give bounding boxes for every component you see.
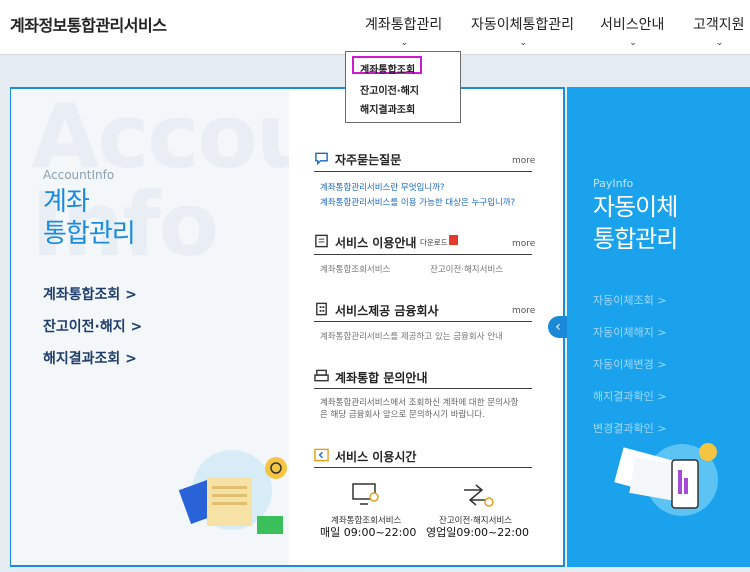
payinfo-title-line1: 자동이체 [593,193,678,221]
header: 계좌정보통합관리서비스 계좌통합관리 ⌄ 자동이체통합관리 ⌄ 서비스안내 ⌄ … [0,0,750,55]
chevron-down-icon: ⌄ [629,38,637,48]
nav-autopay-management[interactable]: 자동이체통합관리 ⌄ [471,14,575,48]
bank-illustration-icon [178,450,287,534]
nav-account-management[interactable]: 계좌통합관리 ⌄ [365,14,443,48]
faq-title: 자주묻는질문 [335,153,402,167]
nav-customer-support[interactable]: 고객지원 ⌄ [693,14,745,48]
link-account-lookup[interactable]: 계좌통합조회 > [43,284,137,304]
inquiry-description-line1: 계좌통합관리서비스에서 조회하신 계좌에 대한 문의사항 [320,398,519,408]
dropdown-item-cancel-result[interactable]: 해지결과조회 [360,101,415,116]
nav-dropdown-menu: 계좌통합조회 잔고이전·해지 해지결과조회 [345,51,461,123]
hours-service1-time: 매일 09:00~22:00 [320,526,417,539]
guide-item-transfer-cancel[interactable]: 잔고이전·해지서비스 [430,263,503,275]
divider [314,254,532,255]
mobile-payment-illustration-icon [614,443,718,516]
guide-item-account-lookup[interactable]: 계좌통합조회서비스 [320,263,390,275]
site-logo[interactable]: 계좌정보통합관리서비스 [10,12,167,36]
nav-label: 자동이체통합관리 [471,17,575,33]
nav-label: 고객지원 [693,17,745,33]
faq-more-link[interactable]: more [512,156,535,166]
account-title-line2: 통합관리 [43,219,136,249]
faq-question-1[interactable]: 계좌통합관리서비스란 무엇입니까? [320,181,445,193]
document-icon [315,234,328,248]
account-title: 계좌 통합관리 [43,186,136,250]
transfer-cancel-icon [464,484,494,507]
hours-title: 서비스 이용시간 [335,450,417,464]
chevron-down-icon: ⌄ [519,38,528,48]
inquiry-description-line2: 은 해당 금융회사 앞으로 문의하시기 바랍니다. [320,410,485,420]
link-cancel-result[interactable]: 해지결과조회 > [43,348,137,368]
account-info-eng: AccountInfo [43,168,115,182]
link-cancel-check[interactable]: 해지결과확인 > [593,388,666,404]
panel-toggle-button[interactable]: ‹ [548,316,568,338]
nav-service-info[interactable]: 서비스안내 ⌄ [600,14,665,48]
faq-question-2[interactable]: 계좌통합관리서비스를 이용 가능한 대상은 누구입니까? [320,196,515,208]
chevron-left-icon: ‹ [555,319,561,335]
monitor-search-icon [352,483,379,505]
divider [314,171,532,172]
divider [314,388,532,389]
nav-label: 서비스안내 [600,17,665,33]
payinfo-title-line2: 통합관리 [593,225,678,253]
guide-more-link[interactable]: more [512,239,535,249]
link-autopay-change[interactable]: 자동이체변경 > [593,356,666,372]
link-change-check[interactable]: 변경결과확인 > [593,420,666,436]
inquiry-title: 계좌통합 문의안내 [335,371,428,385]
payinfo-eng: PayInfo [593,177,634,190]
clock-box-icon [314,448,329,462]
link-autopay-lookup[interactable]: 자동이체조회 > [593,292,666,308]
pdf-icon[interactable] [449,235,458,245]
download-label[interactable]: 다운로드 [420,237,448,248]
chevron-down-icon: ⌄ [400,38,409,48]
dropdown-item-account-lookup[interactable]: 계좌통합조회 [360,61,415,76]
link-transfer-cancel[interactable]: 잔고이전·해지 > [43,316,142,336]
chat-icon [315,152,328,165]
divider [314,321,532,322]
link-autopay-cancel[interactable]: 자동이체해지 > [593,324,666,340]
divider [314,467,532,468]
printer-icon [314,369,329,382]
hours-service2-time: 영업일09:00~22:00 [426,526,529,539]
companies-more-link[interactable]: more [512,306,535,316]
nav-label: 계좌통합관리 [365,17,443,33]
companies-description: 계좌통합관리서비스를 제공하고 있는 금융회사 안내 [320,332,503,342]
chevron-down-icon: ⌄ [715,38,724,48]
companies-title: 서비스제공 금융회사 [335,304,439,318]
building-icon [316,302,327,316]
payinfo-title: 자동이체 통합관리 [593,191,678,255]
dropdown-item-transfer-cancel[interactable]: 잔고이전·해지 [360,82,419,97]
guide-title: 서비스 이용안내 [335,236,417,250]
account-title-line1: 계좌 [43,187,90,217]
